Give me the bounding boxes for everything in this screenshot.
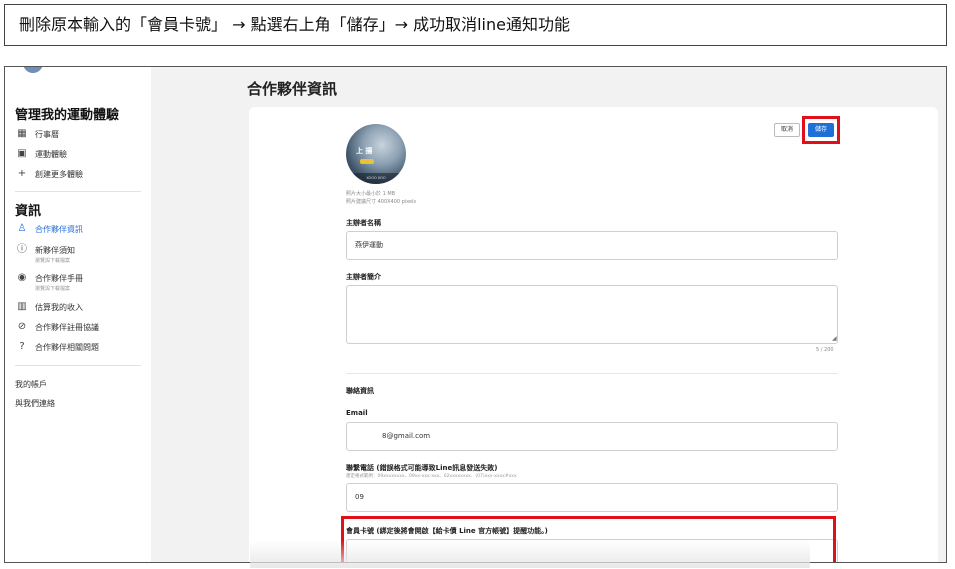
info-icon: ⓘ [17, 244, 27, 255]
sidebar-item-label: 合作夥伴手冊 [35, 274, 83, 283]
host-name-label: 主辦者名稱 [346, 219, 381, 227]
sidebar-item-experiences[interactable]: ▣ 運動體驗 [15, 149, 67, 160]
main-content: 合作夥伴資訊 上 揚 XOOO XOO 照片大小最小於 1 MB 照片建議尺寸 … [151, 67, 946, 562]
sidebar-item-label: 運動體驗 [35, 150, 67, 159]
sidebar-link-my-account[interactable]: 我的帳戶 [15, 379, 47, 390]
question-icon: ? [19, 341, 25, 352]
sidebar-item-label: 合作夥伴資訊 [35, 225, 83, 234]
sidebar-item-faq[interactable]: ? 合作夥伴相關問題 [15, 342, 99, 353]
sidebar: 管理我的運動體驗 ▦ 行事曆 ▣ 運動體驗 + 創建更多體驗 資訊 ♙ 合作夥伴… [5, 67, 151, 562]
sidebar-item-create[interactable]: + 創建更多體驗 [15, 169, 83, 180]
photo-size-note: 照片大小最小於 1 MB [346, 191, 396, 197]
host-intro-label: 主辦者簡介 [346, 273, 381, 281]
sidebar-item-label: 合作夥伴相關問題 [35, 343, 99, 352]
sidebar-item-label: 估算我的收入 [35, 303, 83, 312]
sidebar-divider [15, 365, 141, 366]
plus-icon: + [17, 168, 27, 179]
eye-icon: ◉ [17, 272, 27, 283]
resize-handle-icon[interactable]: ◢ [832, 335, 936, 562]
sidebar-link-contact[interactable]: 與我們連絡 [15, 398, 55, 409]
person-icon: ♙ [17, 223, 27, 234]
sidebar-item-agreement[interactable]: ⊘ 合作夥伴註冊協議 [15, 322, 99, 333]
sidebar-item-calendar[interactable]: ▦ 行事曆 [15, 129, 59, 140]
paperclip-icon: ⊘ [17, 321, 27, 332]
profile-logo-text: 上 揚 [356, 147, 373, 155]
profile-photo[interactable]: 上 揚 XOOO XOO [346, 124, 406, 184]
sidebar-divider [15, 191, 141, 192]
photo-dimension-note: 照片建議尺寸 400X400 pixels [346, 199, 417, 205]
calendar-icon: ▦ [17, 128, 27, 139]
email-label: Email [346, 409, 368, 417]
save-highlight-box [802, 116, 840, 144]
sidebar-item-income[interactable]: ▥ 估算我的收入 [15, 302, 83, 313]
sidebar-item-label: 新夥伴須知 [35, 246, 75, 255]
avatar[interactable] [23, 67, 43, 73]
sidebar-item-sub: 瀏覽與下載檔案 [35, 258, 71, 264]
profile-logo-badge [360, 159, 374, 164]
phone-label: 聯繫電話 (錯誤格式可能導致Line訊息發送失敗) [346, 464, 498, 472]
partner-info-card: 上 揚 XOOO XOO 照片大小最小於 1 MB 照片建議尺寸 400X400… [249, 107, 938, 562]
sidebar-item-partner-info[interactable]: ♙ 合作夥伴資訊 [15, 224, 83, 235]
sidebar-item-handbook[interactable]: ◉ 合作夥伴手冊 瀏覽與下載檔案 [15, 272, 83, 293]
profile-photo-bar: XOOO XOO [346, 173, 406, 184]
sidebar-item-label: 創建更多體驗 [35, 170, 83, 179]
instruction-banner: 刪除原本輸入的「會員卡號」 → 點選右上角「儲存」→ 成功取消line通知功能 [4, 4, 947, 46]
char-counter: 5 / 200 [816, 347, 834, 353]
phone-format-hint: 建定格式範例：09xxxxxxxx、09xx-xxx-xxx、02xxxxxxx… [346, 474, 517, 479]
phone-input[interactable]: 09 [346, 483, 838, 512]
sidebar-item-label: 合作夥伴註冊協議 [35, 323, 99, 332]
sidebar-item-label: 行事曆 [35, 130, 59, 139]
email-input[interactable]: 8@gmail.com [346, 422, 838, 451]
app-screenshot: 管理我的運動體驗 ▦ 行事曆 ▣ 運動體驗 + 創建更多體驗 資訊 ♙ 合作夥伴… [4, 66, 947, 563]
page-title: 合作夥伴資訊 [247, 80, 338, 98]
host-name-input[interactable]: 燕伊運動 [346, 231, 838, 260]
sidebar-item-new-partner[interactable]: ⓘ 新夥伴須知 瀏覽與下載檔案 [15, 244, 75, 265]
sidebar-section-title-manage: 管理我的運動體驗 [15, 108, 120, 123]
host-intro-textarea[interactable] [346, 285, 838, 344]
section-divider [346, 373, 838, 374]
sidebar-item-sub: 瀏覽與下載檔案 [35, 286, 71, 292]
bottom-fade-overlay [250, 540, 810, 568]
cancel-button[interactable]: 取消 [774, 123, 800, 137]
grid-icon: ▣ [17, 148, 27, 159]
sidebar-section-title-info: 資訊 [15, 204, 42, 219]
chart-icon: ▥ [17, 301, 27, 312]
contact-section-title: 聯絡資訊 [346, 387, 374, 395]
